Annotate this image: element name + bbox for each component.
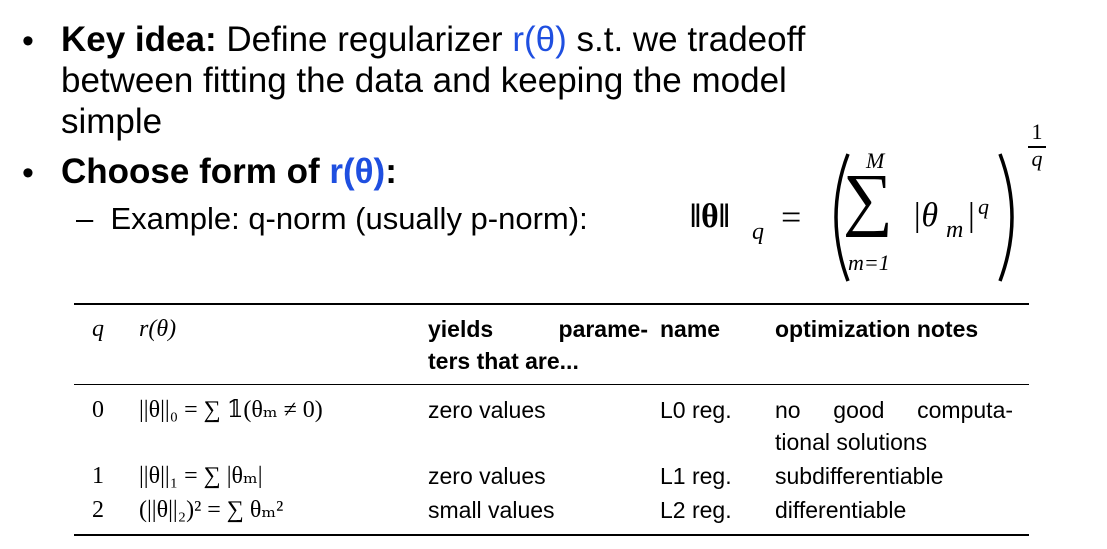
sub-bullet-text: Example: q-norm (usually p-norm): [110, 201, 588, 236]
sum-lower-limit: m=1 [848, 250, 890, 275]
bullet-dot-1: • [22, 22, 34, 60]
row-2-r: (||θ||₂)² = ∑ θₘ² [139, 497, 284, 523]
row-0-r: ||θ||₀ = ∑ 𝟙(θₘ ≠ 0) [139, 397, 323, 423]
bullet-1-text-b: s.t. we tradeoff [566, 20, 806, 59]
formula-lhs-sub: q [752, 219, 764, 245]
sub-bullet-dash: – [76, 201, 94, 236]
row-2-notes: differentiable [775, 497, 907, 523]
row-0-yields: zero values [428, 397, 546, 423]
row-0-notes-line2: tional solutions [775, 429, 928, 455]
row-1-r: ||θ||₁ = ∑ |θₘ| [139, 463, 263, 489]
sum-term-exp: q [978, 194, 989, 219]
row-0-notes-word-2: good [833, 397, 885, 423]
bullet-1-text-a: Define regularizer [216, 20, 513, 59]
bullet-1-lead: Key idea: [61, 20, 217, 59]
header-r: r(θ) [139, 316, 177, 342]
row-0-notes-word-3: computa- [917, 397, 1014, 423]
row-1-name: L1 reg. [660, 463, 732, 489]
sum-term: |θ [912, 197, 939, 234]
row-0-q: 0 [92, 397, 104, 423]
header-yields-line2: ters that are... [428, 348, 579, 374]
row-1-yields: zero values [428, 463, 546, 489]
bullet-1-line-3: simple [61, 102, 163, 141]
outer-exp-num: 1 [1031, 119, 1043, 144]
row-0-notes-line1: no good computa- [775, 394, 1013, 426]
bullet-1-highlight: r(θ) [512, 20, 567, 59]
bullet-2-lead: Choose form of [61, 152, 330, 191]
table-top-rule [74, 303, 1029, 305]
outer-exp-den: q [1031, 146, 1043, 171]
header-q: q [92, 316, 104, 342]
bullet-1-line-1: Key idea: Define regularizer r(θ) s.t. w… [61, 20, 805, 59]
table-bottom-rule [74, 534, 1029, 536]
header-notes: optimization notes [775, 316, 979, 342]
row-2-q: 2 [92, 497, 104, 523]
table-header-rule [74, 384, 1029, 385]
sum-term-close: | [968, 197, 975, 234]
bullet-2-highlight: r(θ) [329, 152, 386, 191]
bullet-2-after: : [385, 152, 397, 191]
header-yields-line1: yields parame- [428, 313, 648, 345]
right-paren-icon [998, 153, 1014, 282]
row-0-notes-word-1: no [775, 397, 801, 423]
formula-equals: = [781, 197, 802, 237]
sigma-symbol: ∑ [843, 161, 893, 238]
header-yields-word-2: parame- [558, 316, 648, 342]
row-1-q: 1 [92, 463, 104, 489]
bullet-2-line: Choose form of r(θ): [61, 152, 397, 191]
row-0-name: L0 reg. [660, 397, 732, 423]
bullet-1-line-2: between fitting the data and keeping the… [61, 61, 787, 100]
sub-bullet: – Example: q-norm (usually p-norm): [76, 201, 588, 237]
sum-term-sub: m [946, 217, 964, 243]
row-2-yields: small values [428, 497, 555, 523]
row-2-name: L2 reg. [660, 497, 732, 523]
bullet-dot-2: • [22, 154, 34, 192]
header-yields-word-1: yields [428, 316, 494, 342]
formula-lhs: ‖θ‖ [690, 198, 730, 235]
header-name: name [660, 316, 721, 342]
row-1-notes: subdifferentiable [775, 463, 944, 489]
